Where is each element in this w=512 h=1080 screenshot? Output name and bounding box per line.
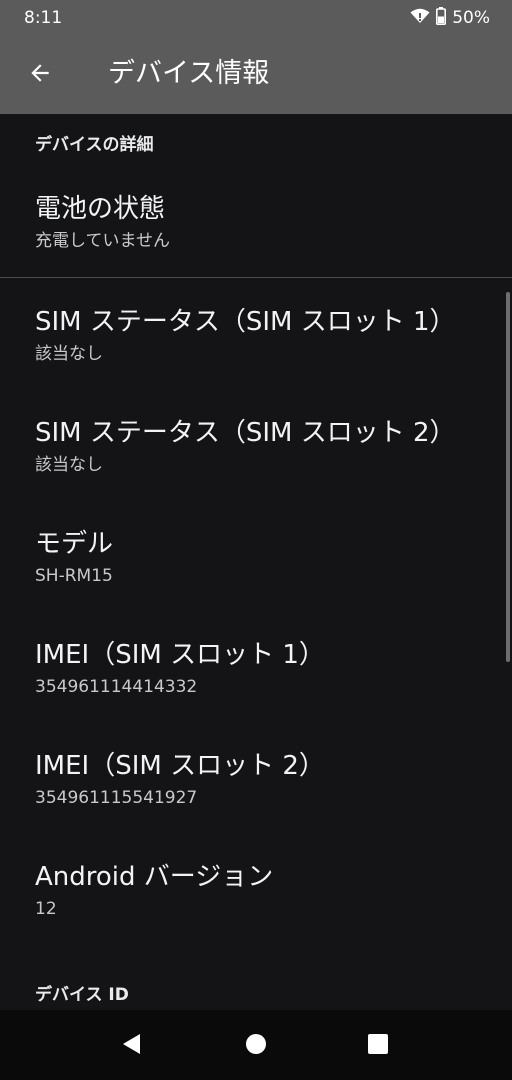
home-circle-icon bbox=[245, 1033, 267, 1059]
pref-title: SIM ステータス（SIM スロット 1） bbox=[35, 307, 456, 337]
status-icons: 50% bbox=[410, 7, 490, 29]
recents-square-icon bbox=[367, 1033, 389, 1059]
nav-recents-button[interactable] bbox=[356, 1024, 400, 1068]
pref-title: IMEI（SIM スロット 2） bbox=[35, 751, 325, 781]
scrollbar[interactable] bbox=[506, 292, 510, 662]
app-bar: デバイス情報 bbox=[0, 36, 512, 114]
pref-summary: 354961114414332 bbox=[35, 677, 198, 697]
settings-list[interactable]: デバイスの詳細 電池の状態 充電していません SIM ステータス（SIM スロッ… bbox=[0, 114, 512, 1010]
status-time: 8:11 bbox=[24, 8, 63, 28]
pref-android-version[interactable]: Android バージョン 12 bbox=[0, 860, 512, 924]
pref-title: 電池の状態 bbox=[35, 194, 166, 224]
pref-title: SIM ステータス（SIM スロット 2） bbox=[35, 418, 456, 448]
section-header-device-id: デバイス ID bbox=[35, 985, 129, 1005]
status-bar: 8:11 50% bbox=[0, 0, 512, 36]
battery-icon bbox=[436, 7, 447, 29]
back-arrow-icon bbox=[27, 60, 53, 90]
pref-title: IMEI（SIM スロット 1） bbox=[35, 640, 325, 670]
back-button[interactable] bbox=[18, 53, 62, 97]
pref-summary: SH-RM15 bbox=[35, 566, 113, 586]
nav-home-button[interactable] bbox=[234, 1024, 278, 1068]
pref-summary: 該当なし bbox=[35, 455, 103, 475]
divider bbox=[0, 277, 512, 278]
pref-imei-slot-1[interactable]: IMEI（SIM スロット 1） 354961114414332 bbox=[0, 638, 512, 702]
pref-summary: 354961115541927 bbox=[35, 788, 198, 808]
pref-title: モデル bbox=[35, 529, 114, 559]
wifi-icon bbox=[410, 8, 430, 28]
pref-imei-slot-2[interactable]: IMEI（SIM スロット 2） 354961115541927 bbox=[0, 749, 512, 813]
section-header-device-details: デバイスの詳細 bbox=[35, 135, 154, 155]
battery-percent: 50% bbox=[452, 8, 490, 28]
pref-title: Android バージョン bbox=[35, 862, 274, 892]
page-title: デバイス情報 bbox=[108, 58, 270, 89]
back-triangle-icon bbox=[120, 1032, 144, 1060]
navigation-bar bbox=[0, 1010, 512, 1080]
pref-summary: 充電していません bbox=[35, 231, 170, 251]
pref-sim-status-slot-2[interactable]: SIM ステータス（SIM スロット 2） 該当なし bbox=[0, 416, 512, 480]
pref-sim-status-slot-1[interactable]: SIM ステータス（SIM スロット 1） 該当なし bbox=[0, 305, 512, 369]
pref-battery-status[interactable]: 電池の状態 充電していません bbox=[0, 192, 512, 256]
pref-summary: 12 bbox=[35, 899, 57, 919]
pref-model[interactable]: モデル SH-RM15 bbox=[0, 527, 512, 591]
nav-back-button[interactable] bbox=[110, 1024, 154, 1068]
pref-summary: 該当なし bbox=[35, 344, 103, 364]
